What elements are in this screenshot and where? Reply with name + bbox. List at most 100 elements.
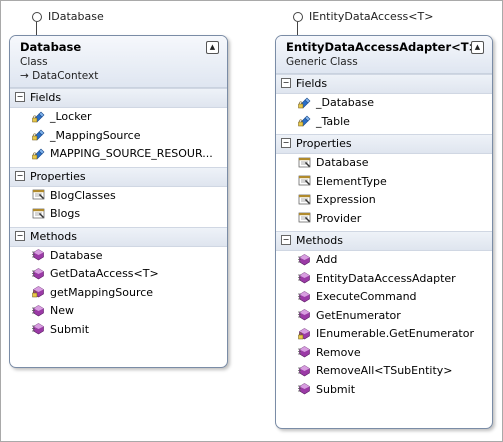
class-header: Database Class → DataContext ▲ xyxy=(10,36,227,88)
method-icon xyxy=(32,285,45,298)
method-member[interactable]: RemoveAll<TSubEntity> xyxy=(276,362,492,381)
method-icon xyxy=(32,322,45,335)
method-name: Add xyxy=(316,253,338,266)
method-member[interactable]: New xyxy=(10,302,227,321)
class-kind: Generic Class xyxy=(286,56,358,68)
method-icon xyxy=(298,290,311,303)
property-name: ElementType xyxy=(316,174,387,188)
minus-icon[interactable]: − xyxy=(281,78,291,88)
field-member[interactable]: _Database xyxy=(276,94,492,113)
property-name: BlogClasses xyxy=(50,188,116,202)
field-name: _Locker xyxy=(50,110,92,123)
method-icon xyxy=(298,345,311,358)
field-member[interactable]: MAPPING_SOURCE_RESOUR... xyxy=(10,145,227,164)
method-member[interactable]: Remove xyxy=(276,344,492,363)
property-member[interactable]: Expression xyxy=(276,191,492,210)
field-icon xyxy=(298,114,311,127)
method-icon xyxy=(298,364,311,377)
field-member[interactable]: _Table xyxy=(276,113,492,132)
method-member[interactable]: GetDataAccess<T> xyxy=(10,265,227,284)
property-name: Blogs xyxy=(50,207,81,220)
section-fields[interactable]: − Fields xyxy=(276,74,492,94)
method-name: Remove xyxy=(316,345,361,359)
property-icon xyxy=(298,156,311,169)
method-name: GetEnumerator xyxy=(316,308,401,322)
minus-icon[interactable]: − xyxy=(15,170,25,181)
field-icon xyxy=(32,110,45,123)
property-member[interactable]: Blogs xyxy=(10,205,227,224)
interface-label: IEntityDataAccess<T> xyxy=(309,10,434,23)
property-name: Provider xyxy=(316,211,362,225)
property-member[interactable]: Provider xyxy=(276,210,492,229)
method-name: New xyxy=(50,304,74,317)
minus-icon[interactable]: − xyxy=(15,230,25,241)
method-name: Database xyxy=(50,248,103,262)
field-icon xyxy=(32,147,45,160)
method-icon xyxy=(298,382,311,395)
method-name: EntityDataAccessAdapter xyxy=(316,271,456,285)
method-icon xyxy=(32,248,45,261)
method-icon xyxy=(298,308,311,321)
section-methods[interactable]: − Methods xyxy=(10,226,227,247)
method-member[interactable]: EntityDataAccessAdapter xyxy=(276,270,492,289)
property-member[interactable]: BlogClasses xyxy=(10,187,227,206)
field-member[interactable]: _Locker xyxy=(10,108,227,127)
class-diagram-canvas: IDatabase IEntityDataAccess<T> Database … xyxy=(0,0,503,442)
field-name: _Database xyxy=(316,96,374,109)
method-member[interactable]: IEnumerable.GetEnumerator xyxy=(276,325,492,344)
field-icon xyxy=(32,128,45,141)
method-member[interactable]: GetEnumerator xyxy=(276,307,492,326)
property-icon xyxy=(298,174,311,187)
property-member[interactable]: ElementType xyxy=(276,173,492,192)
class-box-entity-data-access-adapter[interactable]: EntityDataAccessAdapter<T> Generic Class… xyxy=(275,35,493,429)
collapse-icon[interactable]: ▲ xyxy=(206,41,219,54)
method-member[interactable]: Submit xyxy=(276,381,492,400)
interface-label: IDatabase xyxy=(48,10,104,23)
collapse-icon[interactable]: ▲ xyxy=(471,41,484,54)
method-name: Submit xyxy=(50,322,90,336)
class-header: EntityDataAccessAdapter<T> Generic Class… xyxy=(276,36,492,74)
field-member[interactable]: _MappingSource xyxy=(10,127,227,146)
class-title: EntityDataAccessAdapter<T> xyxy=(286,40,479,54)
interface-circle-icon xyxy=(32,12,42,22)
field-name: _MappingSource xyxy=(50,128,141,142)
method-name: getMappingSource xyxy=(50,285,154,299)
property-name: Expression xyxy=(316,193,376,206)
field-icon xyxy=(298,96,311,109)
method-member[interactable]: Add xyxy=(276,251,492,270)
property-icon xyxy=(298,211,311,224)
method-icon xyxy=(298,253,311,266)
method-icon xyxy=(298,271,311,284)
minus-icon[interactable]: − xyxy=(281,235,291,245)
method-member[interactable]: Submit xyxy=(10,321,227,340)
property-icon xyxy=(32,188,45,201)
class-kind: Class xyxy=(20,56,48,68)
method-name: ExecuteCommand xyxy=(316,290,417,303)
field-name: _Table xyxy=(316,114,350,128)
minus-icon[interactable]: − xyxy=(281,138,291,148)
field-name: MAPPING_SOURCE_RESOUR... xyxy=(50,147,213,160)
method-icon xyxy=(298,327,311,340)
method-member[interactable]: getMappingSource xyxy=(10,284,227,303)
section-properties[interactable]: − Properties xyxy=(276,134,492,154)
property-name: Database xyxy=(316,156,369,169)
section-fields[interactable]: − Fields xyxy=(10,88,227,108)
property-icon xyxy=(32,207,45,220)
section-properties[interactable]: − Properties xyxy=(10,166,227,187)
base-class: → DataContext xyxy=(20,70,99,82)
section-methods[interactable]: − Methods xyxy=(276,231,492,251)
method-name: Submit xyxy=(316,382,356,396)
property-icon xyxy=(298,193,311,206)
interface-circle-icon xyxy=(293,12,303,22)
method-name: IEnumerable.GetEnumerator xyxy=(316,327,474,340)
class-box-database[interactable]: Database Class → DataContext ▲ − Fields _… xyxy=(9,35,228,368)
method-member[interactable]: Database xyxy=(10,247,227,266)
method-icon xyxy=(32,304,45,317)
method-icon xyxy=(32,267,45,280)
method-name: GetDataAccess<T> xyxy=(50,267,159,280)
class-title: Database xyxy=(20,40,82,54)
property-member[interactable]: Database xyxy=(276,154,492,173)
method-name: RemoveAll<TSubEntity> xyxy=(316,364,453,377)
method-member[interactable]: ExecuteCommand xyxy=(276,288,492,307)
minus-icon[interactable]: − xyxy=(15,92,25,102)
